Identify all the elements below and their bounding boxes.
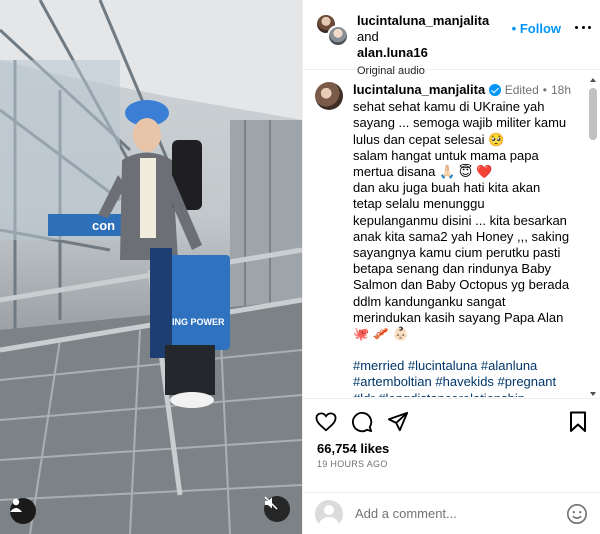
caption: lucintaluna_manjalita Edited • 18h sehat… — [353, 82, 571, 397]
caption-scrollbar[interactable] — [588, 78, 598, 396]
scrollbar-thumb[interactable] — [589, 88, 597, 140]
bag-text: KING POWER — [165, 317, 225, 327]
username-link[interactable]: lucintaluna_manjalita — [357, 13, 489, 28]
mute-button[interactable] — [264, 496, 290, 522]
sign-text: con — [92, 218, 115, 233]
avatar[interactable] — [327, 25, 349, 47]
bookmark-icon — [570, 411, 586, 432]
likes-count[interactable]: 66,754 likes — [317, 441, 389, 456]
more-options-icon[interactable] — [575, 19, 591, 35]
post-header: lucintaluna_manjalita and alan.luna16 Or… — [303, 0, 600, 77]
caption-text: sehat sehat kamu di UKraine yah sayang .… — [353, 99, 570, 342]
scroll-up-arrow-icon[interactable] — [590, 78, 596, 82]
scroll-down-arrow-icon[interactable] — [590, 392, 596, 396]
and-text: and — [357, 29, 379, 44]
edited-label: Edited — [504, 83, 539, 97]
avatar — [315, 499, 343, 528]
avatar[interactable] — [315, 82, 343, 110]
speaker-muted-icon — [264, 496, 278, 510]
smiley-icon — [567, 503, 587, 524]
post-timestamp: 19 HOURS AGO — [317, 459, 388, 469]
caption-username[interactable]: lucintaluna_manjalita — [353, 82, 485, 98]
follow-button[interactable]: • Follow — [512, 21, 561, 36]
comment-button[interactable] — [349, 409, 375, 435]
share-button[interactable] — [385, 409, 411, 435]
header-usernames: lucintaluna_manjalita and alan.luna16 Or… — [357, 13, 508, 79]
emoji-button[interactable] — [565, 502, 589, 526]
caption-time[interactable]: 18h — [551, 82, 571, 98]
person-icon — [10, 498, 22, 512]
verified-badge-icon — [489, 84, 501, 97]
collab-avatars[interactable] — [315, 13, 349, 47]
username-link[interactable]: alan.luna16 — [357, 45, 428, 60]
comment-input[interactable] — [355, 506, 565, 521]
tagged-users-button[interactable] — [10, 498, 36, 524]
post-actions: 66,754 likes 19 HOURS AGO — [303, 398, 600, 492]
post-details-panel: lucintaluna_manjalita and alan.luna16 Or… — [302, 0, 600, 534]
save-button[interactable] — [565, 409, 591, 435]
like-button[interactable] — [313, 409, 339, 435]
hashtags[interactable]: #merried #lucintaluna #alanluna #artembo… — [353, 358, 571, 397]
airport-photo: con KING POWER — [0, 0, 302, 534]
comment-icon — [352, 412, 373, 433]
heart-icon — [315, 412, 337, 432]
separator-dot: • — [542, 83, 547, 97]
comment-composer — [303, 492, 600, 534]
caption-scroll-area[interactable]: lucintaluna_manjalita Edited • 18h sehat… — [303, 71, 600, 397]
post-media[interactable]: con KING POWER — [0, 0, 302, 534]
paper-plane-icon — [387, 411, 409, 432]
